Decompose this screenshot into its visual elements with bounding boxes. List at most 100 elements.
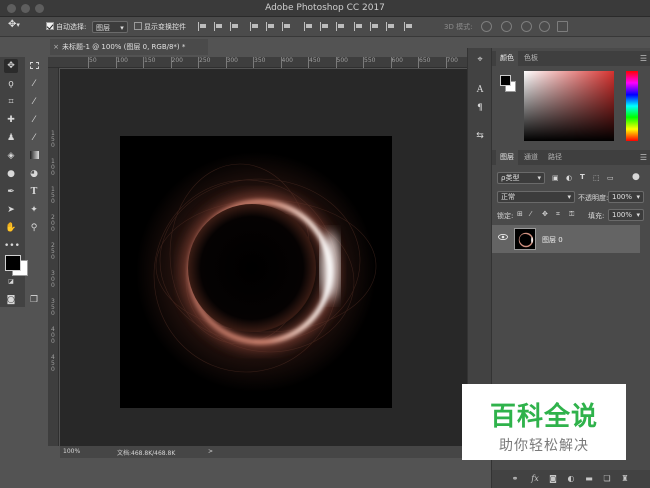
hue-slider[interactable] [626,71,638,141]
brush-tool-icon[interactable]: ⁄ [27,113,41,127]
tab-channels[interactable]: 通道 [520,150,542,165]
lasso-tool-icon[interactable]: ϙ [4,77,18,91]
blur-tool-icon[interactable]: ● [4,167,18,181]
path-selection-icon[interactable]: ➤ [4,203,18,217]
quick-mask-icon[interactable]: ◙ [4,293,18,307]
properties-panel-icon[interactable]: ⇆ [474,130,486,142]
edit-toolbar-icon[interactable]: ••• [4,239,20,253]
align-vcenter-icon[interactable] [214,22,223,31]
fill-field[interactable]: 100% ▾ [608,209,644,221]
status-menu-arrow[interactable]: > [208,448,213,455]
auto-select-dropdown[interactable]: 图层 ▾ [92,21,128,33]
marquee-tool-icon[interactable] [27,59,41,73]
ruler-horizontal: 50 100 150 200 250 300 350 400 450 500 550 600 650 70… [48,57,467,68]
mask-icon[interactable]: ◙ [548,474,558,484]
auto-select-checkbox[interactable] [46,22,54,30]
filter-pixel-icon[interactable]: ▣ [552,174,559,182]
tab-layers[interactable]: 图层 [496,150,518,165]
move-tool-icon[interactable]: ✥ [4,59,18,73]
distribute-top-icon[interactable] [304,22,313,31]
adjustment-icon[interactable]: ◐ [566,474,576,484]
group-icon[interactable]: ▬ [584,474,594,484]
hand-tool-icon[interactable]: ✋ [4,221,18,235]
ruler-left-label: 0 [51,142,55,149]
auto-align-icon[interactable] [404,22,413,31]
history-brush-icon[interactable]: ⁄ [27,131,41,145]
gradient-tool-icon[interactable] [27,149,41,163]
show-transform-checkbox[interactable] [134,22,142,30]
panel-foreground-swatch[interactable] [500,75,511,86]
panel-menu-icon[interactable]: ☰ [640,54,647,63]
canvas-image[interactable] [120,136,392,408]
screen-mode-icon[interactable]: ❐ [27,293,41,307]
visibility-eye-icon[interactable] [498,234,508,240]
eyedropper-icon[interactable]: ⁄ [27,95,41,109]
layers-panel-menu-icon[interactable]: ☰ [640,153,647,162]
shape-tool-icon[interactable]: ✦ [27,203,41,217]
align-left-icon[interactable] [250,22,259,31]
pen-tool-icon[interactable]: ✒ [4,185,18,199]
fx-icon[interactable]: fx [530,474,540,484]
dodge-tool-icon[interactable]: ◕ [27,167,41,181]
layer-thumbnail [514,228,536,250]
distribute-right-icon[interactable] [386,22,395,31]
eraser-tool-icon[interactable]: ◈ [4,149,18,163]
ruler-left-label: 0 [51,338,55,345]
filter-smart-icon[interactable]: ▭ [607,174,614,182]
align-bottom-icon[interactable] [230,22,239,31]
align-hcenter-icon[interactable] [266,22,275,31]
default-colors-icon[interactable]: ◪ [4,275,18,289]
tab-swatches[interactable]: 色板 [520,51,542,66]
history-panel-icon[interactable]: ⌖ [474,54,486,66]
link-icon[interactable]: ⚭ [510,474,520,484]
trash-icon[interactable]: ♜ [620,474,630,484]
pan-3d-icon[interactable] [521,21,532,32]
filter-adjust-icon[interactable]: ◐ [566,174,572,182]
orbit-3d-icon[interactable] [481,21,492,32]
character-panel-icon[interactable]: A [474,84,486,96]
type-tool-icon[interactable]: T [27,185,41,199]
distribute-hcenter-icon[interactable] [370,22,379,31]
move-tool-icon[interactable]: ✥▾ [8,19,20,31]
new-layer-icon[interactable]: ❏ [602,474,612,484]
magic-wand-icon[interactable]: ⁄ [27,77,41,91]
auto-select-value: 图层 [96,24,110,32]
distribute-left-icon[interactable] [354,22,363,31]
blend-mode-dropdown[interactable]: 正常 ▾ [497,191,575,203]
layer-filter-dropdown[interactable]: ρ类型 ▾ [497,172,545,184]
ruler-top-tick [390,57,392,68]
filter-shape-icon[interactable]: ⬚ [593,174,600,182]
slide-3d-icon[interactable] [539,21,550,32]
align-top-icon[interactable] [198,22,207,31]
clone-stamp-icon[interactable]: ♟ [4,131,18,145]
auto-select-option[interactable]: 自动选择: [46,21,86,33]
ruler-top-label: 550 [364,57,376,64]
opacity-field[interactable]: 100% ▾ [608,191,644,203]
show-transform-option[interactable]: 显示变换控件 [134,21,186,33]
scale-3d-icon[interactable] [557,21,568,32]
lock-pixels-icon[interactable]: ⁄ [530,210,531,218]
foreground-color-swatch[interactable] [5,255,21,271]
roll-3d-icon[interactable] [501,21,512,32]
layer-name[interactable]: 图层 0 [542,235,563,245]
zoom-level[interactable]: 100% [63,448,80,455]
lock-all-icon[interactable]: ⚿ [569,210,574,219]
filter-type-icon[interactable]: T [580,173,585,181]
crop-tool-icon[interactable]: ⌗ [4,95,18,109]
document-tab[interactable]: × 未标题-1 @ 100% (图层 0, RGB/8*) * [50,39,208,55]
distribute-bottom-icon[interactable] [336,22,345,31]
tab-color[interactable]: 颜色 [496,51,518,66]
layer-row[interactable]: 图层 0 [492,225,640,253]
color-picker-field[interactable] [524,71,614,141]
lock-transparent-icon[interactable]: ⊞ [517,210,523,218]
paragraph-panel-icon[interactable]: ¶ [474,102,486,114]
lock-artboard-icon[interactable]: ⌗ [556,210,560,219]
tab-paths[interactable]: 路径 [544,150,566,165]
close-tab-icon[interactable]: × [50,39,62,55]
distribute-vcenter-icon[interactable] [320,22,329,31]
lock-position-icon[interactable]: ✥ [542,210,548,218]
filter-toggle-icon[interactable]: ● [632,172,640,182]
healing-brush-icon[interactable]: ✚ [4,113,18,127]
zoom-tool-icon[interactable]: ⚲ [27,221,41,235]
align-right-icon[interactable] [282,22,291,31]
